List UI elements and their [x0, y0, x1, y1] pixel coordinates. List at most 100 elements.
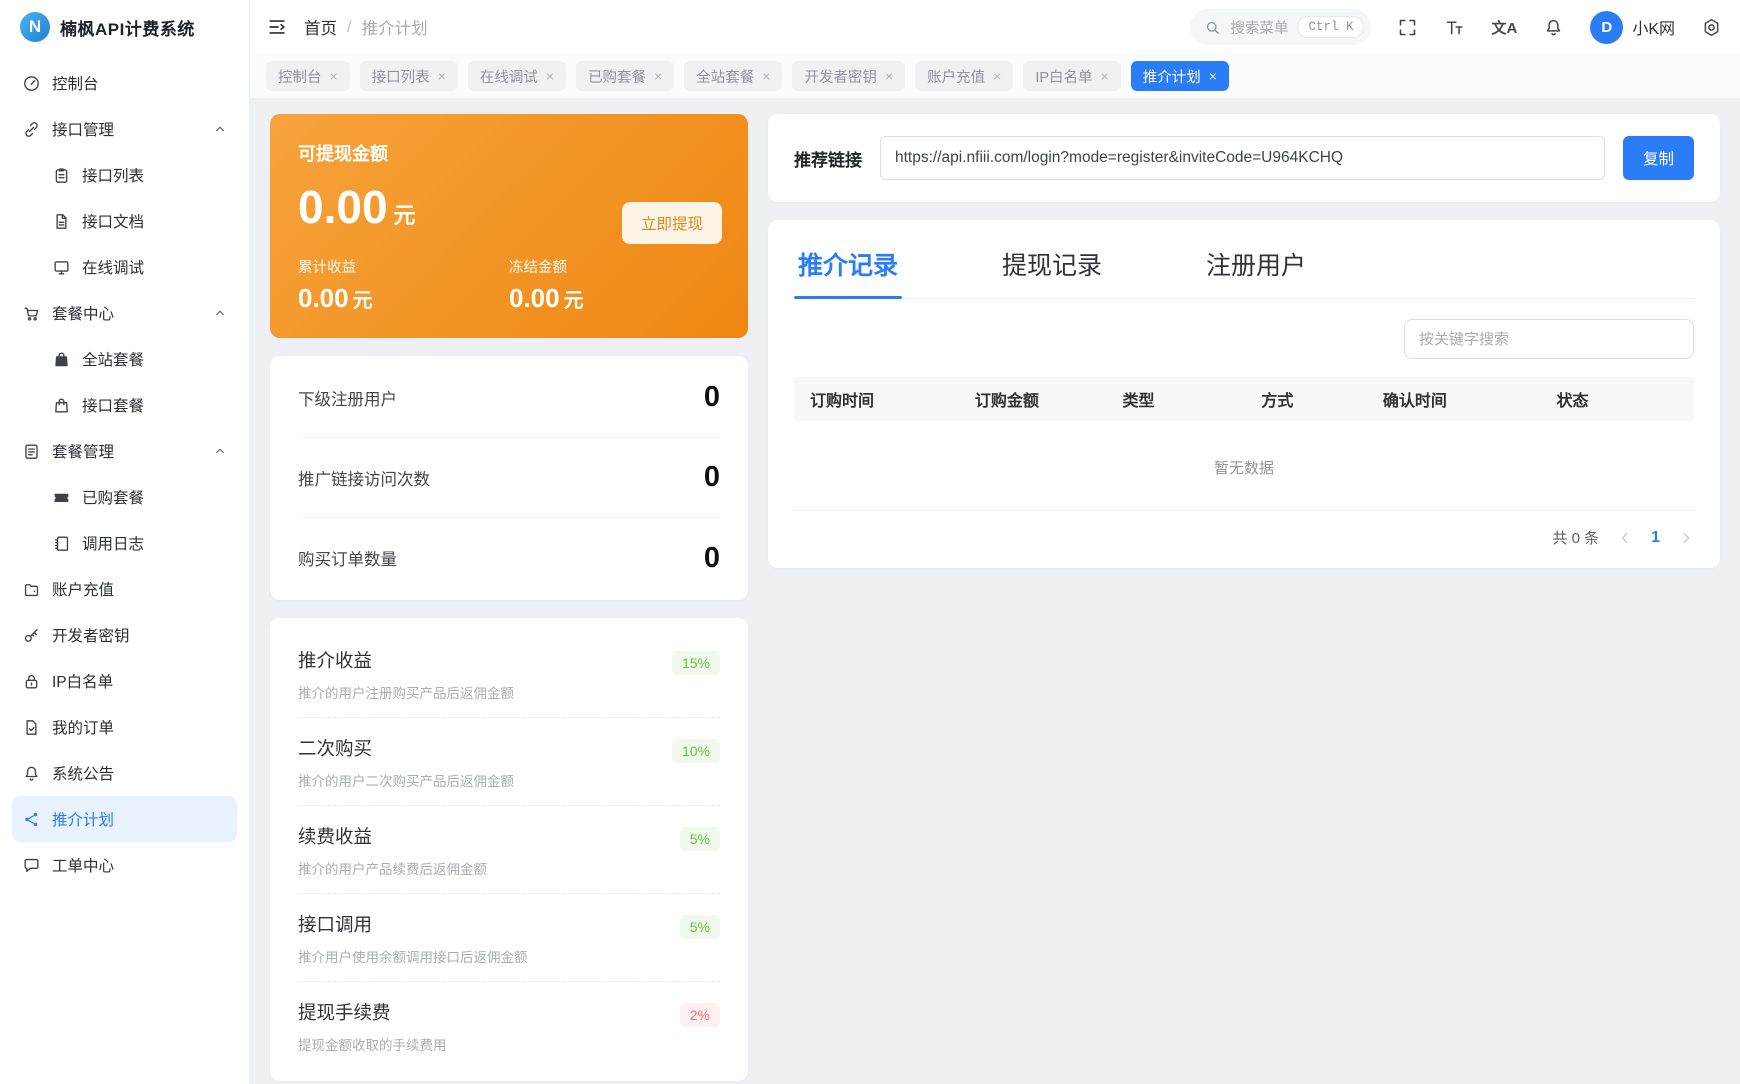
page-number[interactable]: 1: [1651, 529, 1660, 547]
stat-row-link-visits: 推广链接访问次数 0: [298, 438, 720, 518]
column-status: 状态: [1556, 387, 1678, 411]
sidebar-item-call-logs[interactable]: 调用日志: [12, 520, 237, 566]
chevron-up-icon: [213, 306, 227, 320]
stat-value: 0: [704, 461, 720, 494]
link-icon: [22, 120, 41, 139]
copy-button[interactable]: 复制: [1623, 136, 1694, 180]
rate-badge: 5%: [680, 915, 720, 939]
journal-icon: [52, 534, 71, 553]
bag-filled-icon: [52, 350, 71, 369]
sidebar-item-site-packages[interactable]: 全站套餐: [12, 336, 237, 382]
bag-icon: [52, 396, 71, 415]
right-column: 推荐链接 复制 推介记录 提现记录 注册用户 订购时间 订购金额 类型 方式: [768, 114, 1720, 1068]
sidebar-item-label: 调用日志: [82, 532, 144, 554]
sidebar-item-label: 开发者密钥: [52, 624, 130, 646]
records-tabs: 推介记录 提现记录 注册用户: [794, 244, 1694, 299]
close-icon[interactable]: ×: [1209, 68, 1217, 84]
commission-item: 提现手续费 提现金额收取的手续费用 2%: [298, 982, 720, 1069]
sidebar-item-referral-plan[interactable]: 推介计划: [12, 796, 237, 842]
bell-icon[interactable]: [1543, 17, 1564, 38]
rate-badge: 5%: [680, 827, 720, 851]
referral-link-input[interactable]: [880, 136, 1605, 180]
tab-ip-whitelist[interactable]: IP白名单×: [1023, 61, 1120, 91]
ticket-icon: [52, 488, 71, 507]
tab-referral-records[interactable]: 推介记录: [794, 244, 902, 298]
sidebar-item-label: 接口文档: [82, 210, 144, 232]
breadcrumb-home[interactable]: 首页: [304, 15, 337, 39]
total-earnings: 累计收益 0.00元: [298, 256, 509, 314]
close-icon[interactable]: ×: [993, 68, 1001, 84]
keyword-search-input[interactable]: [1404, 319, 1694, 359]
text-size-icon[interactable]: [1444, 17, 1465, 38]
translate-icon[interactable]: 文A: [1491, 17, 1517, 38]
close-icon[interactable]: ×: [885, 68, 893, 84]
sidebar-item-label: 在线调试: [82, 256, 144, 278]
sidebar-item-system-announcements[interactable]: 系统公告: [12, 750, 237, 796]
tab-withdrawal-records[interactable]: 提现记录: [998, 244, 1106, 298]
tab-account-recharge[interactable]: 账户充值 ×: [915, 61, 1013, 91]
close-icon[interactable]: ×: [438, 68, 446, 84]
close-icon[interactable]: ×: [762, 68, 770, 84]
close-icon[interactable]: ×: [1101, 68, 1109, 84]
tab-label: 在线调试: [480, 66, 538, 87]
tab-dashboard[interactable]: 控制台×: [266, 61, 350, 91]
commission-desc: 推介的用户产品续费后返佣金额: [298, 858, 487, 878]
close-icon[interactable]: ×: [654, 68, 662, 84]
sidebar-item-api-list[interactable]: 接口列表: [12, 152, 237, 198]
amount-value: 0.00: [298, 181, 388, 233]
tab-online-debug[interactable]: 在线调试 ×: [468, 61, 566, 91]
value: 0.00: [509, 283, 560, 313]
user-menu[interactable]: D 小K网: [1590, 11, 1675, 44]
close-icon[interactable]: ×: [546, 68, 554, 84]
sidebar-item-online-debug[interactable]: 在线调试: [12, 244, 237, 290]
tab-site-packages[interactable]: 全站套餐 ×: [684, 61, 782, 91]
stat-row-purchase-orders: 购买订单数量 0: [298, 518, 720, 598]
sidebar-item-my-orders[interactable]: 我的订单: [12, 704, 237, 750]
fullscreen-icon[interactable]: [1397, 17, 1418, 38]
sidebar-item-api-packages[interactable]: 接口套餐: [12, 382, 237, 428]
sidebar-item-account-recharge[interactable]: 账户充值: [12, 566, 237, 612]
stat-value: 0.00元: [509, 283, 720, 314]
sidebar-item-ticket-center[interactable]: 工单中心: [12, 842, 237, 888]
sidebar-group-package-center[interactable]: 套餐中心: [12, 290, 237, 336]
sidebar-item-developer-keys[interactable]: 开发者密钥: [12, 612, 237, 658]
commission-title: 接口调用: [298, 911, 528, 937]
tab-purchased-packages[interactable]: 已购套餐×: [576, 61, 674, 91]
tab-developer-keys[interactable]: 开发者密钥×: [792, 61, 905, 91]
commission-desc: 提现金额收取的手续费用: [298, 1034, 447, 1054]
sidebar-item-label: 接口列表: [82, 164, 144, 186]
gauge-icon: [22, 74, 41, 93]
records-panel: 推介记录 提现记录 注册用户 订购时间 订购金额 类型 方式 确认时间 状态 暂…: [768, 220, 1720, 568]
tab-label: 全站套餐: [696, 66, 754, 87]
settings-gear-icon[interactable]: [1701, 17, 1722, 38]
withdraw-now-button[interactable]: 立即提现: [622, 202, 722, 244]
tab-registered-users[interactable]: 注册用户: [1202, 244, 1310, 298]
sidebar-item-api-docs[interactable]: 接口文档: [12, 198, 237, 244]
sidebar-item-dashboard[interactable]: 控制台: [12, 60, 237, 106]
sidebar-group-package-management[interactable]: 套餐管理: [12, 428, 237, 474]
commission-title: 推介收益: [298, 647, 514, 673]
stat-label: 购买订单数量: [298, 546, 397, 570]
chevron-left-icon[interactable]: [1617, 530, 1633, 546]
close-icon[interactable]: ×: [330, 68, 338, 84]
search-input[interactable]: 搜索菜单 Ctrl K: [1190, 9, 1371, 45]
lock-icon: [22, 672, 41, 691]
chevron-right-icon[interactable]: [1678, 530, 1694, 546]
sidebar-item-ip-whitelist[interactable]: IP白名单: [12, 658, 237, 704]
user-name: 小K网: [1632, 15, 1675, 39]
tab-referral-plan[interactable]: 推介计划×: [1131, 61, 1229, 91]
sidebar-item-label: 账户充值: [52, 578, 114, 600]
commission-desc: 推介用户使用余额调用接口后返佣金额: [298, 946, 528, 966]
wallet-substats: 累计收益 0.00元 冻结金额 0.00元: [298, 256, 720, 314]
page-content: 可提现金额 0.00元 立即提现 累计收益 0.00元 冻结金额 0.00元 下: [250, 98, 1740, 1084]
commission-title: 续费收益: [298, 823, 487, 849]
stat-label: 冻结金额: [509, 256, 720, 277]
pagination: 共 0 条 1: [794, 527, 1694, 548]
tab-api-list[interactable]: 接口列表×: [360, 61, 458, 91]
tab-label: 账户充值: [927, 66, 985, 87]
sidebar-item-label: 套餐管理: [52, 440, 114, 462]
sidebar-item-purchased-packages[interactable]: 已购套餐: [12, 474, 237, 520]
sidebar-group-api-management[interactable]: 接口管理: [12, 106, 237, 152]
referral-link-card: 推荐链接 复制: [768, 114, 1720, 202]
menu-fold-icon[interactable]: [266, 16, 288, 38]
